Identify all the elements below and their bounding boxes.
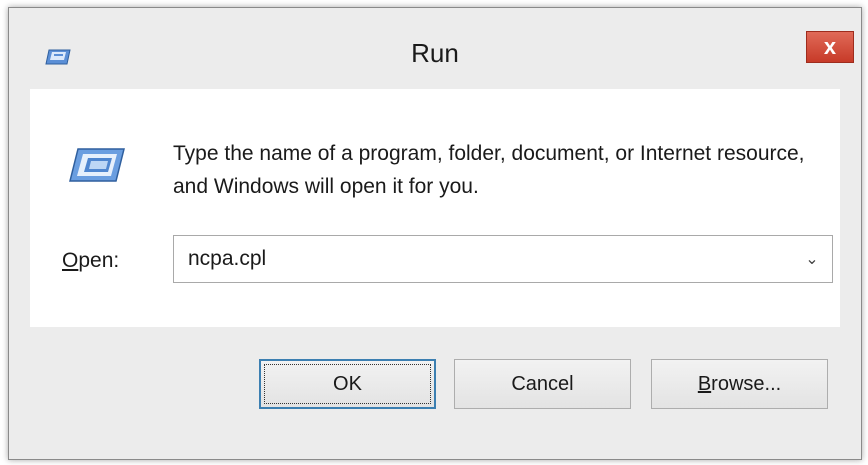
focus-ring bbox=[264, 364, 431, 404]
open-combobox[interactable]: ⌄ bbox=[173, 235, 833, 283]
run-dialog: Run x Type the name of a program, folder… bbox=[8, 7, 862, 460]
browse-button[interactable]: Browse... bbox=[651, 359, 828, 409]
open-label-text: pen: bbox=[78, 249, 120, 272]
open-input[interactable] bbox=[174, 236, 794, 282]
cancel-button[interactable]: Cancel bbox=[454, 359, 631, 409]
ok-button[interactable]: OK bbox=[259, 359, 436, 409]
close-icon: x bbox=[823, 34, 837, 59]
cancel-button-label: Cancel bbox=[511, 372, 574, 395]
dialog-content: Type the name of a program, folder, docu… bbox=[30, 89, 840, 327]
chevron-down-icon[interactable]: ⌄ bbox=[798, 236, 826, 282]
title-bar[interactable]: Run x bbox=[9, 8, 861, 84]
browse-label-accelerator: B bbox=[697, 372, 712, 395]
run-program-icon bbox=[69, 148, 125, 182]
open-label: Open: bbox=[62, 249, 119, 273]
instruction-text: Type the name of a program, folder, docu… bbox=[173, 142, 805, 198]
window-title: Run bbox=[411, 38, 459, 68]
close-button[interactable]: x bbox=[806, 31, 854, 63]
browse-button-label: Browse... bbox=[698, 373, 781, 396]
open-label-accelerator: O bbox=[62, 249, 79, 272]
browse-label-text: rowse... bbox=[711, 372, 782, 395]
